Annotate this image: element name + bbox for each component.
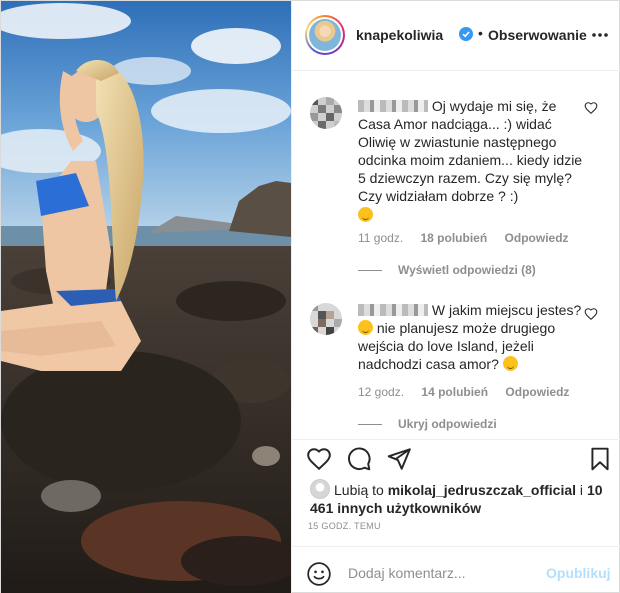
post-comment-button[interactable]: Opublikuj bbox=[546, 565, 611, 581]
thinking-emoji-icon bbox=[358, 207, 373, 222]
post-header: knapekoliwia • Obserwowanie bbox=[292, 1, 620, 71]
following-button[interactable]: Obserwowanie bbox=[488, 27, 587, 43]
comment-text: Oj wydaje mi się, że Casa Amor nadciąga.… bbox=[358, 97, 586, 224]
comment-likes[interactable]: 18 polubień bbox=[421, 231, 488, 245]
post-actions bbox=[292, 439, 620, 475]
pixelated-avatar-image bbox=[310, 97, 342, 129]
smile-emoji-icon bbox=[358, 320, 373, 335]
comment-meta: 11 godz. 18 polubień Odpowiedz bbox=[358, 231, 583, 245]
post-timestamp[interactable]: 15 GODZ. TEMU bbox=[308, 521, 381, 531]
liker-username[interactable]: mikolaj_jedruszczak_official bbox=[388, 482, 576, 498]
post-sidebar: knapekoliwia • Obserwowanie Oj wydaje mi… bbox=[291, 1, 620, 593]
commenter-avatar[interactable] bbox=[310, 303, 342, 335]
author-avatar[interactable] bbox=[305, 15, 345, 55]
beach-photo-image bbox=[1, 1, 291, 593]
reply-button[interactable]: Odpowiedz bbox=[505, 231, 569, 245]
pixelated-avatar-image bbox=[310, 303, 342, 335]
comment-likes[interactable]: 14 polubień bbox=[421, 385, 488, 399]
grin-emoji-icon bbox=[502, 356, 518, 371]
post-photo[interactable] bbox=[1, 1, 291, 593]
author-avatar-image bbox=[309, 19, 341, 51]
comment-time[interactable]: 11 godz. bbox=[358, 231, 403, 245]
commenter-name-censored[interactable] bbox=[358, 100, 428, 112]
comment-icon[interactable] bbox=[346, 446, 372, 472]
add-comment-bar: Opublikuj bbox=[292, 546, 620, 593]
comment-heart-icon[interactable] bbox=[584, 307, 598, 321]
comment-heart-icon[interactable] bbox=[584, 101, 598, 115]
emoji-icon[interactable] bbox=[306, 561, 332, 587]
comment-meta: 12 godz. 14 polubień Odpowiedz bbox=[358, 385, 583, 399]
verified-badge-icon bbox=[459, 27, 473, 41]
comment-input[interactable] bbox=[348, 562, 538, 584]
share-icon[interactable] bbox=[386, 446, 412, 472]
more-icon[interactable] bbox=[590, 27, 610, 43]
commenter-name-censored[interactable] bbox=[358, 304, 428, 316]
instagram-post: knapekoliwia • Obserwowanie Oj wydaje mi… bbox=[0, 0, 620, 593]
comment-text: W jakim miejscu jestes? nie planujesz mo… bbox=[358, 302, 582, 372]
heart-icon[interactable] bbox=[306, 446, 332, 472]
comment-time[interactable]: 12 godz. bbox=[358, 385, 404, 399]
author-username[interactable]: knapekoliwia bbox=[356, 27, 443, 43]
bookmark-icon[interactable] bbox=[587, 446, 613, 472]
header-separator: • bbox=[478, 25, 483, 41]
hide-replies-toggle[interactable]: Ukryj odpowiedzi bbox=[358, 417, 497, 431]
reply-button[interactable]: Odpowiedz bbox=[505, 385, 569, 399]
view-replies-toggle[interactable]: Wyświetl odpowiedzi (8) bbox=[358, 263, 536, 277]
likes-summary: Lubią to mikolaj_jedruszczak_official i … bbox=[310, 482, 603, 516]
commenter-avatar[interactable] bbox=[310, 97, 342, 129]
